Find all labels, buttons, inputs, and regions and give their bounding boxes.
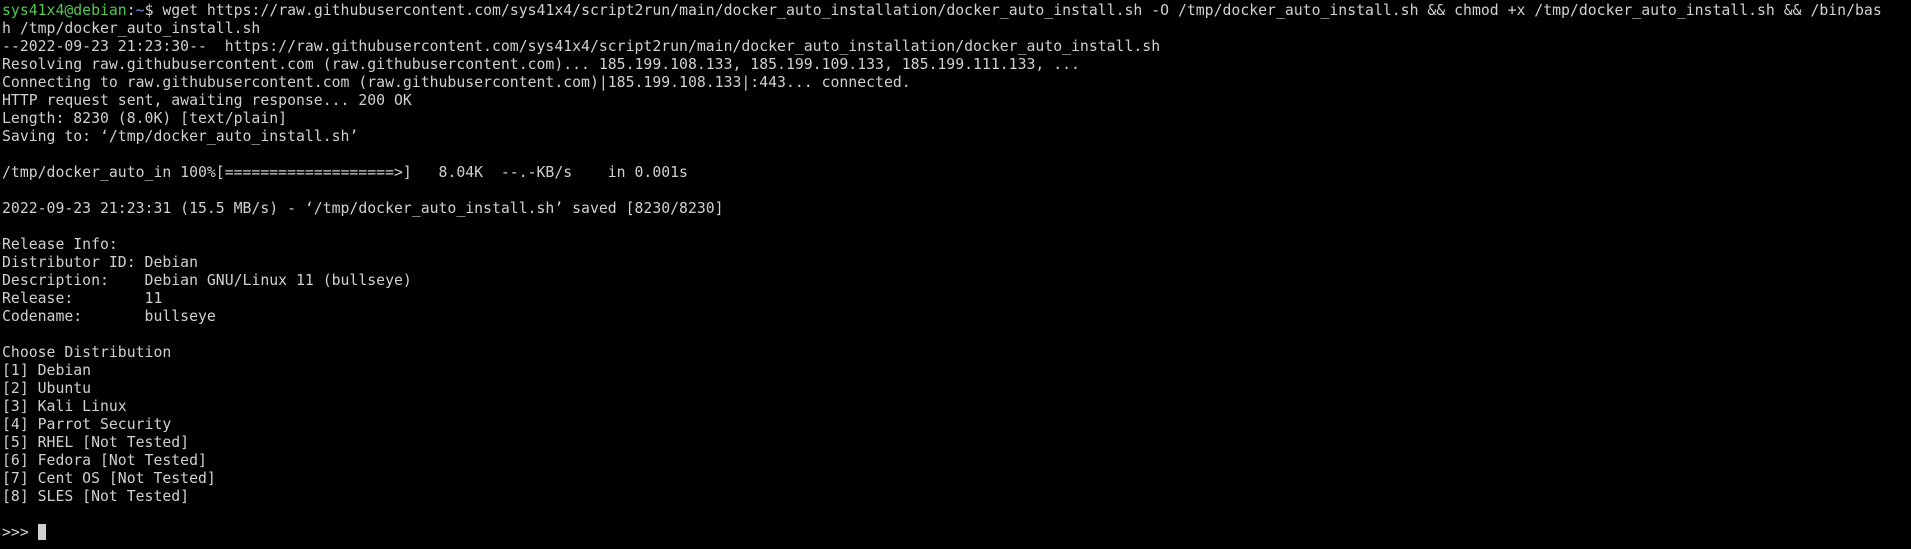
prompt-user-host: sys41x4@debian — [2, 2, 127, 19]
terminal-window[interactable]: sys41x4@debian:~$ wget https://raw.githu… — [0, 0, 1911, 549]
distributor-id-line: Distributor ID: Debian — [2, 254, 198, 271]
wget-start-line: --2022-09-23 21:23:30-- https://raw.gith… — [2, 38, 1161, 55]
prompt-path: ~ — [135, 2, 145, 19]
connecting-line: Connecting to raw.githubusercontent.com … — [2, 74, 911, 91]
input-line[interactable]: >>> — [2, 524, 1911, 542]
download-progress-line: /tmp/docker_auto_in 100%[===============… — [2, 164, 688, 181]
text-cursor[interactable] — [37, 524, 46, 540]
menu-header: Choose Distribution — [2, 344, 172, 361]
menu-option-kali: [3] Kali Linux — [2, 398, 127, 415]
resolving-line: Resolving raw.githubusercontent.com (raw… — [2, 56, 1080, 73]
http-request-line: HTTP request sent, awaiting response... … — [2, 92, 412, 109]
saved-line: 2022-09-23 21:23:31 (15.5 MB/s) - ‘/tmp/… — [2, 200, 724, 217]
menu-option-debian: [1] Debian — [2, 362, 92, 379]
description-line: Description: Debian GNU/Linux 11 (bullse… — [2, 272, 412, 289]
command-line: sys41x4@debian:~$ wget https://raw.githu… — [2, 2, 1911, 20]
codename-line: Codename: bullseye — [2, 308, 216, 325]
input-prompt: >>> — [2, 524, 38, 541]
saving-to-line: Saving to: ‘/tmp/docker_auto_install.sh’ — [2, 128, 359, 145]
menu-option-sles: [8] SLES [Not Tested] — [2, 488, 190, 505]
length-line: Length: 8230 (8.0K) [text/plain] — [2, 110, 288, 127]
command-text: wget https://raw.githubusercontent.com/s… — [153, 2, 1882, 19]
release-info-header: Release Info: — [2, 236, 118, 253]
menu-option-fedora: [6] Fedora [Not Tested] — [2, 452, 207, 469]
menu-option-parrot: [4] Parrot Security — [2, 416, 172, 433]
menu-option-ubuntu: [2] Ubuntu — [2, 380, 92, 397]
release-line: Release: 11 — [2, 290, 163, 307]
command-line-wrap: h /tmp/docker_auto_install.sh — [2, 20, 261, 37]
prompt-separator: : — [126, 2, 136, 19]
menu-option-rhel: [5] RHEL [Not Tested] — [2, 434, 190, 451]
menu-option-centos: [7] Cent OS [Not Tested] — [2, 470, 216, 487]
